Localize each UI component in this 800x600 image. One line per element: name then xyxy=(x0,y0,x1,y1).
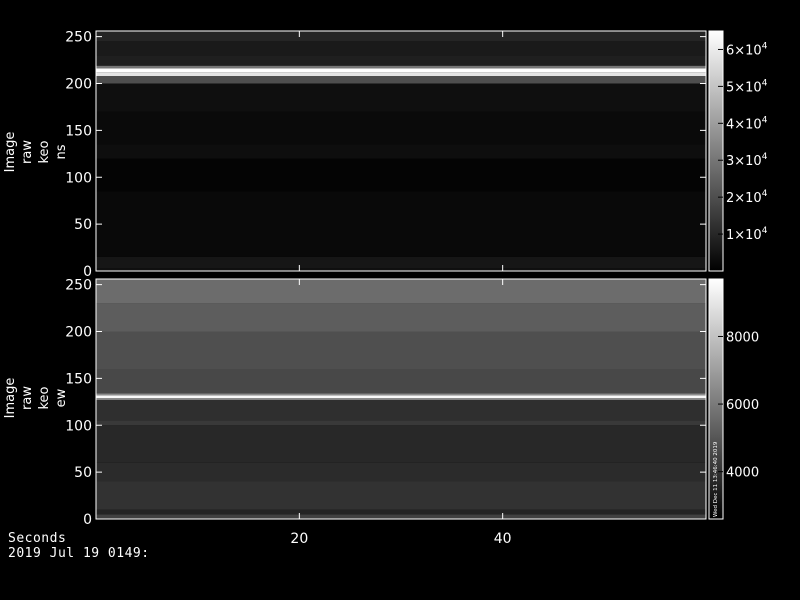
y-axis-label-word: ew xyxy=(54,388,69,407)
heatmap-band xyxy=(96,191,706,257)
heatmap-band xyxy=(96,65,706,69)
y-axis-label: Image raw keo ns xyxy=(3,132,69,173)
colorbar xyxy=(709,31,723,271)
heatmap-band xyxy=(96,83,706,112)
heatmap-band xyxy=(96,76,706,84)
y-axis-label-word: raw xyxy=(20,140,35,164)
colorbar-tick-label: 1×104 xyxy=(726,226,768,243)
y-tick-label: 200 xyxy=(65,325,92,341)
y-axis-label-word: raw xyxy=(20,386,35,410)
heatmap-band xyxy=(96,331,706,369)
heatmap-band xyxy=(96,399,706,421)
heatmap-band xyxy=(96,55,706,66)
timestamp-label: Wed Dec 11 13:46:40 2019 xyxy=(713,441,719,517)
heatmap-band xyxy=(96,509,706,515)
colorbar-tick-label: 5×104 xyxy=(726,78,768,95)
heatmap-band xyxy=(96,144,706,159)
heatmap-band xyxy=(96,393,706,396)
heatmap-band xyxy=(96,303,706,332)
y-axis-label-word: Image xyxy=(3,132,18,173)
y-tick-label: 250 xyxy=(65,30,92,46)
y-axis-label-word: keo xyxy=(37,140,52,163)
x-tick-label: 40 xyxy=(494,531,512,547)
y-tick-label: 250 xyxy=(65,278,92,294)
panel-1: 050100150200250Image raw keo ns1×1042×1043×… xyxy=(3,30,768,280)
y-tick-label: 50 xyxy=(74,217,92,233)
heatmap-band xyxy=(96,158,706,192)
colorbar-tick-label: 8000 xyxy=(726,330,759,345)
heatmap-band xyxy=(96,31,706,42)
heatmap-band xyxy=(96,68,706,73)
heatmap-band xyxy=(96,420,706,426)
colorbar-tick-label: 4000 xyxy=(726,466,759,481)
heatmap-band xyxy=(96,279,706,304)
y-tick-label: 100 xyxy=(65,170,92,186)
heatmap-band xyxy=(96,256,706,269)
heatmap-band xyxy=(96,395,706,399)
colorbar-tick-label: 2×104 xyxy=(726,189,768,206)
y-tick-label: 50 xyxy=(74,465,92,481)
keogram-figure: 050100150200250Image raw keo ns1×1042×1043×… xyxy=(3,30,768,547)
y-axis-label: Image raw keo ew xyxy=(3,378,69,419)
y-tick-label: 150 xyxy=(65,123,92,139)
y-axis-label-word: keo xyxy=(37,386,52,409)
heatmap-band xyxy=(96,462,706,482)
y-tick-label: 0 xyxy=(83,512,92,528)
x-tick-label: 20 xyxy=(290,531,308,547)
y-tick-label: 150 xyxy=(65,371,92,387)
heatmap-band xyxy=(96,369,706,394)
heatmap-band xyxy=(96,425,706,463)
heatmap-band xyxy=(96,41,706,56)
y-axis-label-word: Image xyxy=(3,378,18,419)
y-tick-label: 100 xyxy=(65,418,92,434)
heatmap-band xyxy=(96,111,706,145)
colorbar-tick-label: 4×104 xyxy=(726,115,768,132)
heatmap-band xyxy=(96,72,706,76)
colorbar-tick-label: 6×104 xyxy=(726,41,768,58)
heatmap-band xyxy=(96,514,706,519)
colorbar-tick-label: 6000 xyxy=(726,398,759,413)
colorbar-tick-label: 3×104 xyxy=(726,152,768,169)
panel-2: 0 50 100 150 200 250 Image raw keo ew 4000 6000 8000… xyxy=(3,278,759,528)
date-label: 2019 Jul 19 0149: xyxy=(8,546,150,561)
heatmap-band xyxy=(96,398,706,400)
y-axis-label-word: ns xyxy=(54,144,69,159)
y-tick-label: 200 xyxy=(65,77,92,93)
x-axis-label: Seconds xyxy=(8,531,67,546)
heatmap-band xyxy=(96,481,706,510)
